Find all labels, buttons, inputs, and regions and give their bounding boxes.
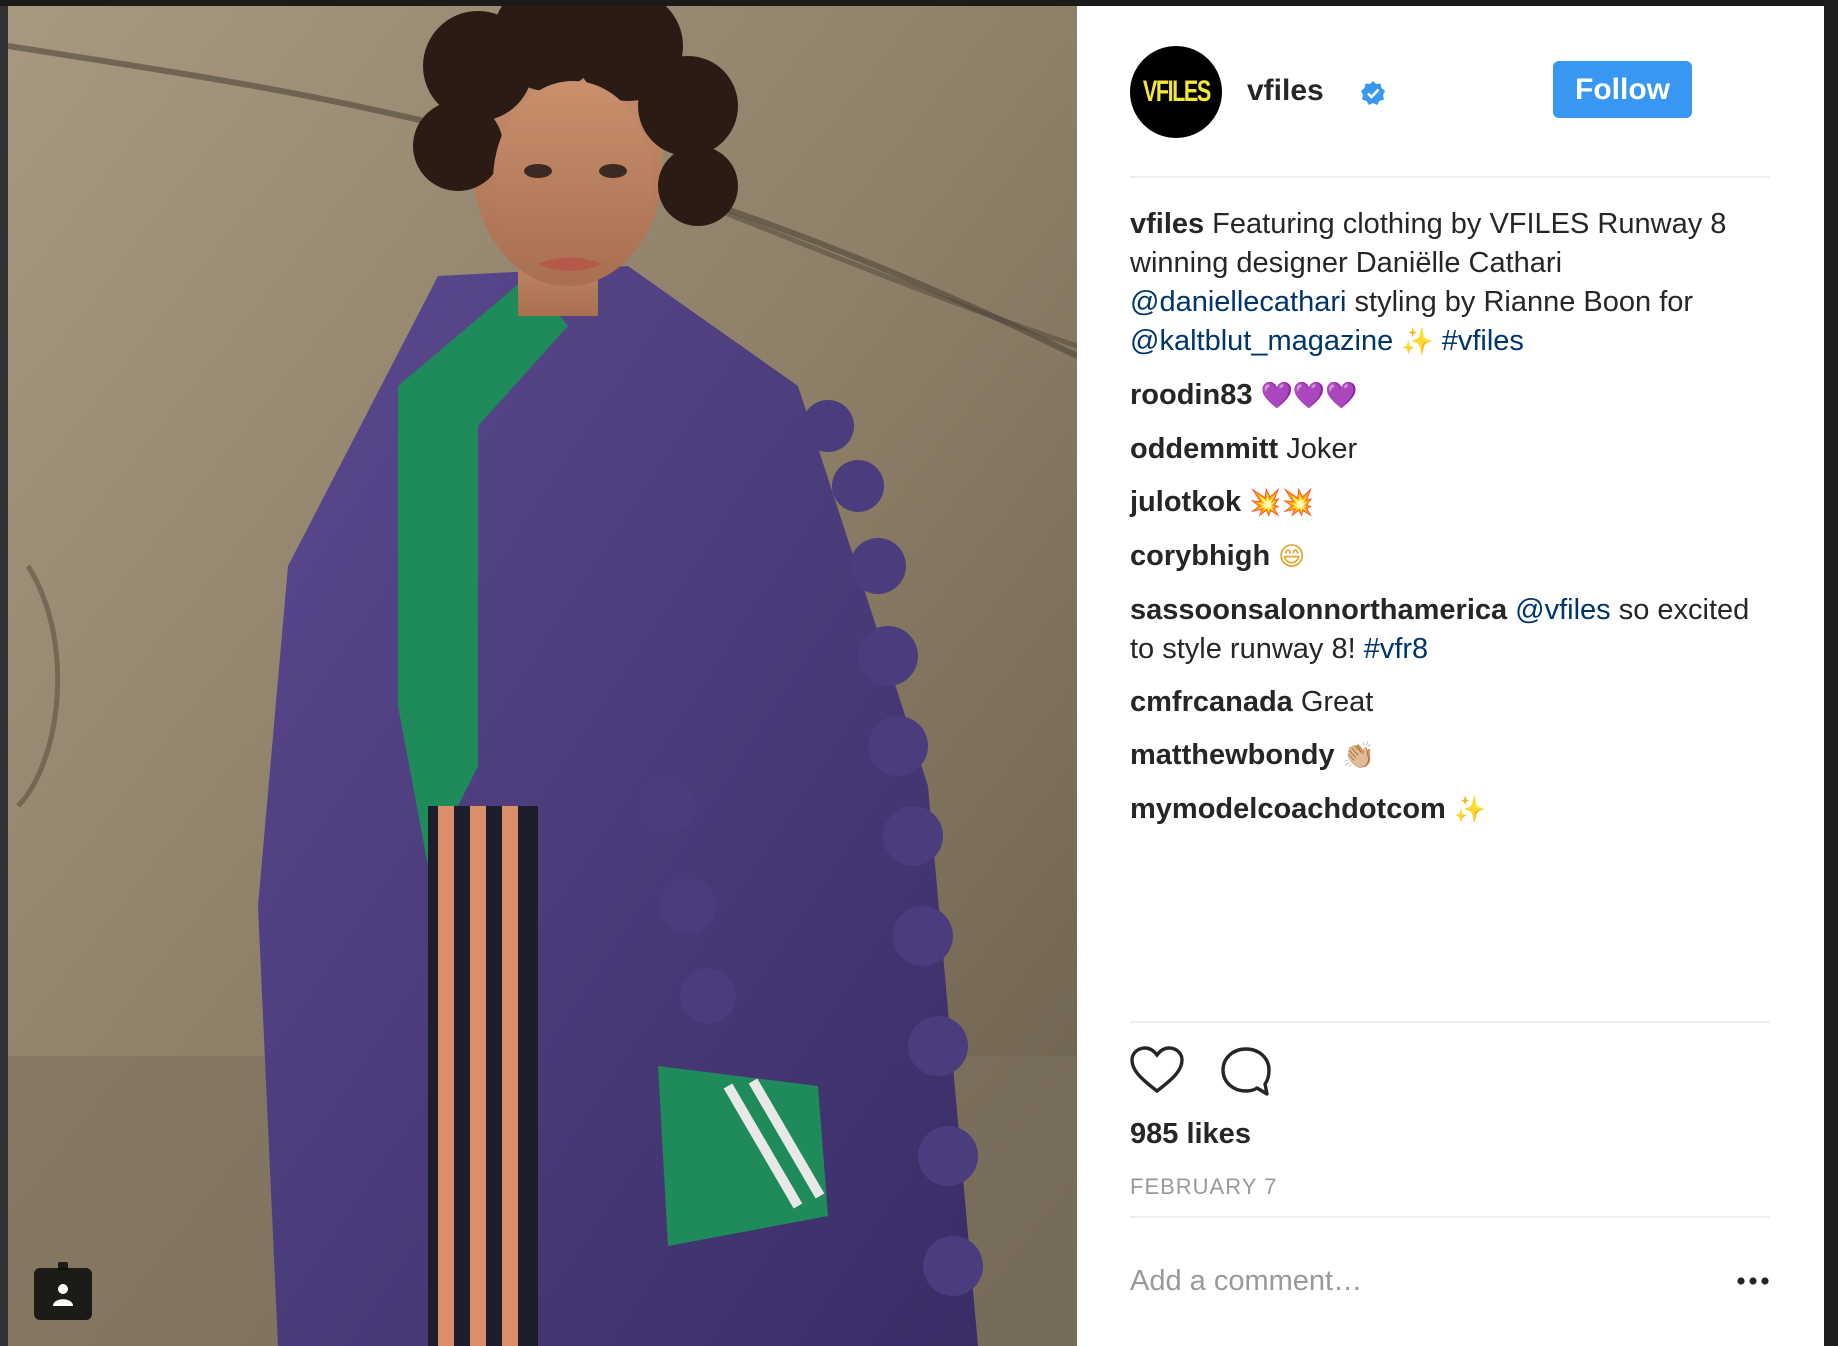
comment-text: 👏🏼 [1342,741,1375,771]
comment-username[interactable]: mymodelcoachdotcom [1130,793,1446,825]
comment-username[interactable]: cmfrcanada [1130,686,1293,718]
list-item: oddemmitt Joker [1130,430,1780,469]
post-header: VFILES vfiles [1130,46,1838,142]
caption-mention[interactable]: @kaltblut_magazine [1130,325,1393,357]
list-item: roodin83 💜💜💜 [1130,376,1780,416]
post-actions [1130,1046,1770,1106]
more-options-icon[interactable] [1733,1266,1773,1296]
post-photo[interactable] [8,6,1077,1346]
photo-illustration [8,6,1077,1346]
list-item: corybhigh 😄 [1130,537,1780,577]
heart-icon[interactable] [1130,1046,1184,1099]
header-divider [1130,176,1770,178]
modal-right-edge [1824,0,1838,1346]
list-item: mymodelcoachdotcom ✨ [1130,790,1780,830]
comment-text: Great [1300,686,1374,718]
post-modal: VFILES vfiles Follow vfiles Featuring clo… [0,0,1838,1346]
comment-text: Joker [1286,433,1358,465]
caption-mention[interactable]: @daniellecathari [1130,286,1346,318]
comment-username[interactable]: julotkok [1130,486,1241,518]
comment-bubble-icon[interactable] [1220,1046,1272,1103]
post-date[interactable]: FEBRUARY 7 [1130,1174,1277,1200]
comment-username[interactable]: oddemmitt [1130,433,1278,465]
caption-text: styling by Rianne Boon for [1354,286,1694,318]
avatar-logo-text: VFILES [1142,75,1211,108]
comment-text: ✨ [1453,795,1487,825]
comment-username[interactable]: matthewbondy [1130,739,1335,771]
comment-box-divider [1130,1216,1770,1218]
comment-username[interactable]: sassoonsalonnorthamerica [1130,594,1507,626]
verified-badge-icon [1360,80,1386,111]
person-icon [53,1284,73,1306]
comment-hashtag[interactable]: #vfr8 [1364,633,1428,665]
comment-text: 💥💥 [1249,488,1314,518]
actions-divider [1130,1021,1770,1023]
comment-username[interactable]: vfiles [1130,208,1204,240]
list-item: matthewbondy 👏🏼 [1130,736,1780,776]
comment-text: 😄 [1278,542,1306,572]
comment-text: 💜💜💜 [1260,381,1358,411]
comment-mention[interactable]: @vfiles [1515,594,1611,626]
list-item: sassoonsalonnorthamerica @vfiles so excit… [1130,591,1780,669]
user-tag-button[interactable] [34,1262,92,1320]
comments-list: vfiles Featuring clothing by VFILES Runwa… [1130,205,1780,844]
comment-username[interactable]: roodin83 [1130,379,1252,411]
caption-text: Featuring clothing by VFILES Runway 8 wi… [1130,208,1727,279]
add-comment-input[interactable] [1130,1261,1690,1301]
sparkles-emoji: ✨ [1401,327,1434,357]
list-item: cmfrcanada Great [1130,683,1780,722]
comment-username[interactable]: corybhigh [1130,540,1270,572]
post-author-username[interactable]: vfiles [1247,74,1324,108]
list-item: julotkok 💥💥 [1130,483,1780,523]
follow-button[interactable]: Follow [1553,61,1692,118]
avatar[interactable]: VFILES [1130,46,1222,138]
likes-count[interactable]: 985 likes [1130,1118,1251,1151]
caption: vfiles Featuring clothing by VFILES Runwa… [1130,205,1780,362]
caption-hashtag[interactable]: #vfiles [1442,325,1524,357]
